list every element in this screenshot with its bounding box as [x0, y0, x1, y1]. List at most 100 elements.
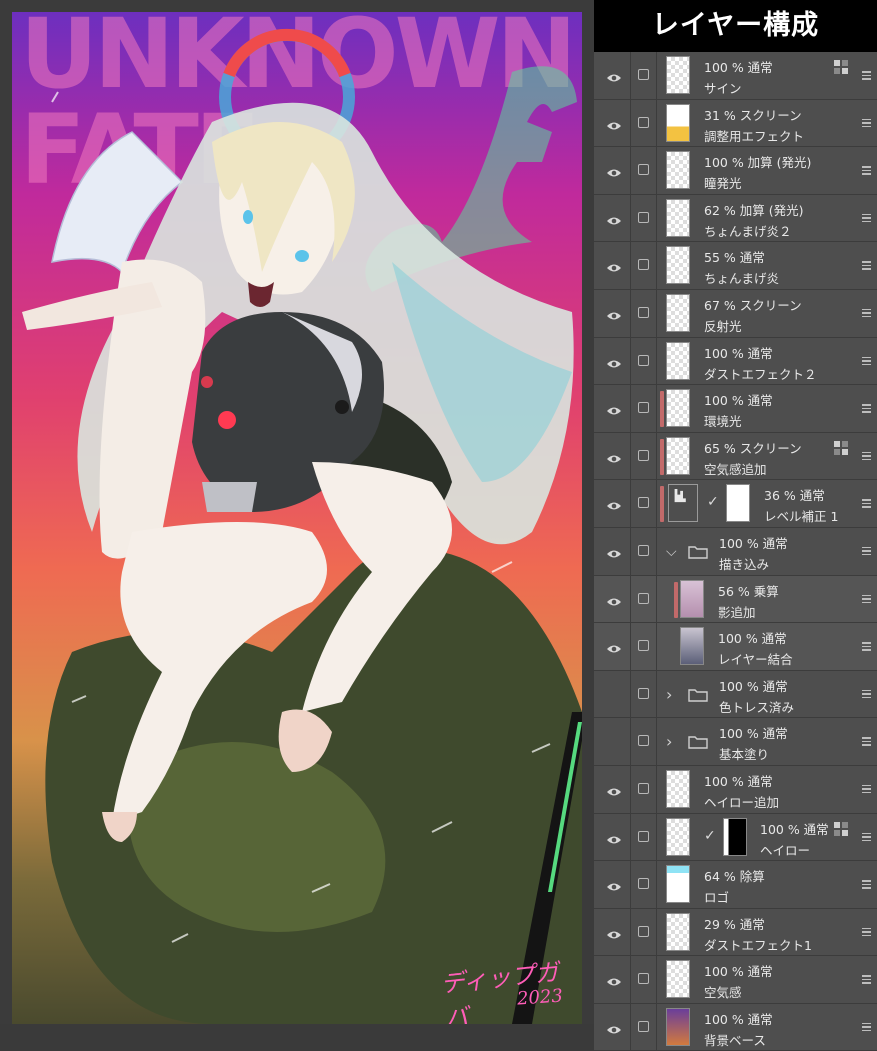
eye-icon[interactable] [606, 449, 622, 463]
layer-opacity-mode: 100 % 通常 [704, 345, 773, 361]
layer-select-checkbox[interactable] [638, 497, 649, 509]
column-divider [630, 337, 631, 385]
layer-select-checkbox[interactable] [638, 354, 649, 366]
eye-icon[interactable] [606, 116, 622, 130]
layer-row[interactable]: 100 % 通常 サイン [594, 52, 877, 100]
layer-row[interactable]: 55 % 通常 ちょんまげ炎 [594, 242, 877, 290]
eye-icon[interactable] [606, 925, 622, 939]
eye-icon[interactable] [606, 306, 622, 320]
layer-select-checkbox[interactable] [638, 449, 649, 461]
eye-icon[interactable] [606, 734, 622, 744]
reference-layer-icon[interactable] [833, 59, 849, 75]
layer-row[interactable]: 29 % 通常 ダストエフェクト1 [594, 908, 877, 957]
chevron-right-icon[interactable]: › [666, 685, 672, 704]
artwork-canvas[interactable]: UNKNOWN FATE [12, 12, 582, 1024]
eye-icon[interactable] [606, 163, 622, 177]
eye-icon[interactable] [606, 1020, 622, 1034]
drag-handle-icon[interactable] [862, 404, 871, 413]
layer-select-checkbox[interactable] [638, 687, 649, 699]
drag-handle-icon[interactable] [862, 1022, 871, 1032]
layer-row[interactable]: 100 % 通常 背景ベース [594, 1003, 877, 1051]
layer-select-checkbox[interactable] [638, 782, 649, 794]
layer-row[interactable]: 100 % 加算 (発光) 瞳発光 [594, 147, 877, 195]
chevron-right-icon[interactable]: › [666, 732, 672, 751]
drag-handle-icon[interactable] [862, 594, 871, 604]
eye-icon[interactable] [606, 592, 622, 606]
eye-icon[interactable] [606, 496, 622, 510]
layer-thumbnail [680, 627, 704, 666]
drag-handle-icon[interactable] [862, 213, 871, 223]
reference-layer-icon[interactable] [833, 440, 849, 456]
drag-handle-icon[interactable] [862, 880, 871, 889]
eye-icon[interactable] [606, 401, 622, 415]
chevron-down-icon[interactable]: ⌵ [666, 544, 677, 560]
layer-select-checkbox[interactable] [638, 592, 649, 604]
layer-name: ちょんまげ炎 [704, 271, 780, 287]
eye-icon[interactable] [606, 782, 622, 796]
layer-select-checkbox[interactable] [638, 69, 649, 80]
layer-select-checkbox[interactable] [638, 402, 649, 414]
column-divider [656, 956, 657, 1003]
eye-icon[interactable] [606, 830, 622, 843]
layer-select-checkbox[interactable] [638, 640, 649, 652]
layer-row[interactable]: 100 % 通常 ダストエフェクト２ [594, 337, 877, 386]
layer-row[interactable]: 67 % スクリーン 反射光 [594, 289, 877, 338]
layer-select-checkbox[interactable] [638, 973, 649, 985]
layer-row[interactable]: 100 % 通常 空気感 [594, 956, 877, 1004]
layer-name: 空気感 [704, 985, 742, 1001]
layer-row[interactable]: 56 % 乗算 影追加 [594, 575, 877, 624]
eye-icon[interactable] [606, 211, 622, 225]
layer-opacity-mode: 100 % 通常 [704, 964, 773, 980]
drag-handle-icon[interactable] [862, 975, 871, 984]
eye-icon[interactable] [606, 68, 622, 82]
layer-row[interactable]: 100 % 通常 環境光 [594, 385, 877, 433]
layer-select-checkbox[interactable] [638, 925, 649, 937]
eye-icon[interactable] [606, 544, 622, 558]
layer-select-checkbox[interactable] [638, 544, 649, 556]
layer-row[interactable]: 31 % スクリーン 調整用エフェクト [594, 99, 877, 148]
drag-handle-icon[interactable] [862, 71, 871, 80]
eye-icon[interactable] [606, 354, 622, 368]
drag-handle-icon[interactable] [862, 118, 871, 128]
layer-row[interactable]: › 100 % 通常 基本塗り [594, 718, 877, 766]
layer-select-checkbox[interactable] [638, 116, 649, 128]
drag-handle-icon[interactable] [862, 832, 871, 842]
layer-name: レイヤー結合 [718, 652, 793, 668]
drag-handle-icon[interactable] [862, 308, 871, 318]
reference-layer-icon[interactable] [833, 821, 849, 837]
layer-row[interactable]: 100 % 通常 レイヤー結合 [594, 623, 877, 671]
layer-select-checkbox[interactable] [638, 306, 649, 318]
drag-handle-icon[interactable] [862, 499, 871, 508]
layer-row[interactable]: 100 % 通常 ヘイロー追加 [594, 765, 877, 814]
layer-select-checkbox[interactable] [638, 259, 649, 271]
drag-handle-icon[interactable] [862, 784, 871, 794]
layer-row[interactable]: 65 % スクリーン 空気感追加 [594, 432, 877, 481]
layer-select-checkbox[interactable] [638, 830, 649, 842]
drag-handle-icon[interactable] [862, 451, 871, 461]
drag-handle-icon[interactable] [862, 261, 871, 270]
layer-row[interactable]: ✓ 100 % 通常 ヘイロー [594, 813, 877, 862]
drag-handle-icon[interactable] [862, 546, 871, 556]
layer-row[interactable]: 64 % 除算 ロゴ [594, 861, 877, 909]
layer-row[interactable]: › 100 % 通常 色トレス済み [594, 670, 877, 719]
layer-row[interactable]: 62 % 加算 (発光) ちょんまげ炎２ [594, 194, 877, 243]
eye-icon[interactable] [606, 258, 622, 272]
drag-handle-icon[interactable] [862, 927, 871, 937]
layer-select-checkbox[interactable] [638, 164, 649, 176]
drag-handle-icon[interactable] [862, 689, 871, 699]
eye-icon[interactable] [606, 639, 622, 653]
layer-select-checkbox[interactable] [638, 735, 649, 747]
layer-select-checkbox[interactable] [638, 211, 649, 223]
drag-handle-icon[interactable] [862, 642, 871, 651]
eye-icon[interactable] [606, 687, 622, 697]
layer-row[interactable]: ✓ 36 % 通常 レベル補正 1 [594, 480, 877, 528]
layer-thumbnail [666, 246, 690, 285]
drag-handle-icon[interactable] [862, 166, 871, 175]
layer-select-checkbox[interactable] [638, 878, 649, 890]
drag-handle-icon[interactable] [862, 737, 871, 746]
layer-select-checkbox[interactable] [638, 1020, 649, 1032]
eye-icon[interactable] [606, 972, 622, 986]
eye-icon[interactable] [606, 877, 622, 891]
drag-handle-icon[interactable] [862, 356, 871, 366]
layer-row[interactable]: ⌵ 100 % 通常 描き込み [594, 527, 877, 576]
